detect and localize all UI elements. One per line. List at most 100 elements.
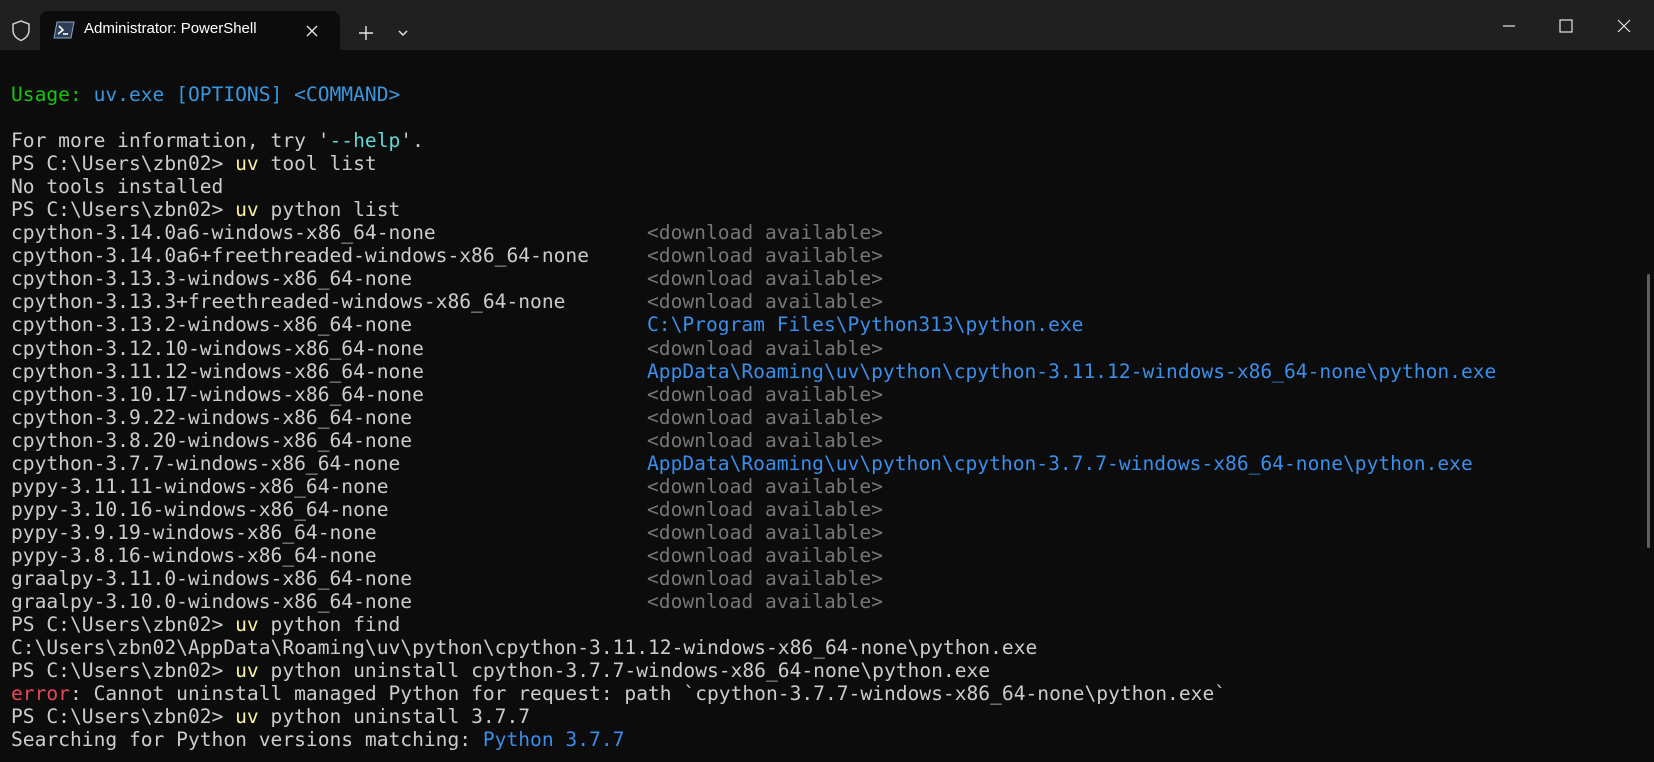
- python-version-name: cpython-3.9.22-windows-x86_64-none: [11, 405, 413, 429]
- python-list-row: cpython-3.14.0a6+freethreaded-windows-x8…: [11, 244, 1631, 267]
- python-list-row: pypy-3.10.16-windows-x86_64-none <downloa…: [11, 498, 1631, 521]
- usage-line: Usage: uv.exe [OPTIONS] <COMMAND>: [11, 83, 1631, 106]
- more-info-before: For more information, try ': [11, 129, 330, 153]
- minimize-icon[interactable]: [1486, 10, 1532, 42]
- download-available: <download available>: [647, 336, 883, 360]
- command-line: PS C:\Users\zbn02> uv python uninstall c…: [11, 659, 1631, 682]
- maximize-icon[interactable]: [1543, 10, 1589, 42]
- command-uv: uv: [235, 705, 259, 729]
- command-args: python list: [258, 198, 401, 222]
- shield-icon: [9, 19, 33, 43]
- python-version-name: cpython-3.12.10-windows-x86_64-none: [11, 336, 424, 360]
- python-list-row: cpython-3.14.0a6-windows-x86_64-none <dow…: [11, 221, 1631, 244]
- download-available: <download available>: [647, 244, 883, 268]
- usage-options: [OPTIONS]: [176, 83, 283, 106]
- python-list-row: cpython-3.13.3-windows-x86_64-none <downl…: [11, 267, 1631, 290]
- python-version-name: cpython-3.7.7-windows-x86_64-none: [11, 451, 401, 475]
- download-available: <download available>: [647, 566, 883, 590]
- python-list-row: cpython-3.7.7-windows-x86_64-none AppData…: [11, 452, 1631, 475]
- python-version-name: graalpy-3.10.0-windows-x86_64-none: [11, 590, 413, 614]
- python-list-row: pypy-3.9.19-windows-x86_64-none <download…: [11, 521, 1631, 544]
- tab-title: Administrator: PowerShell: [84, 20, 257, 37]
- command-uv: uv: [235, 198, 259, 222]
- python-list-row: graalpy-3.10.0-windows-x86_64-none <downl…: [11, 590, 1631, 613]
- error-message: : Cannot uninstall managed Python for re…: [69, 682, 1227, 706]
- error-label: error: [11, 682, 70, 706]
- command-args: python uninstall 3.7.7: [258, 705, 531, 729]
- python-install-path: AppData\Roaming\uv\python\cpython-3.7.7-…: [647, 451, 1473, 475]
- prompt: PS C:\Users\zbn02>: [11, 613, 236, 637]
- command-args: tool list: [258, 152, 377, 176]
- download-available: <download available>: [647, 474, 883, 498]
- usage-exe: uv.exe: [93, 83, 165, 106]
- close-icon[interactable]: [1601, 10, 1647, 42]
- searching-match: Python 3.7.7: [482, 728, 625, 752]
- download-available: <download available>: [647, 405, 883, 429]
- command-line: PS C:\Users\zbn02> uv tool list: [11, 152, 1631, 175]
- error-line: error: Cannot uninstall managed Python f…: [11, 682, 1631, 705]
- python-version-name: cpython-3.14.0a6-windows-x86_64-none: [11, 221, 436, 245]
- python-install-path: C:\Program Files\Python313\python.exe: [647, 313, 1084, 337]
- python-list-row: cpython-3.9.22-windows-x86_64-none <downl…: [11, 406, 1631, 429]
- download-available: <download available>: [647, 520, 883, 544]
- powershell-icon: [53, 21, 75, 39]
- download-available: <download available>: [647, 543, 883, 567]
- command-line: PS C:\Users\zbn02> uv python list: [11, 198, 1631, 221]
- python-version-name: cpython-3.13.3+freethreaded-windows-x86_…: [11, 290, 566, 314]
- python-version-name: cpython-3.8.20-windows-x86_64-none: [11, 428, 413, 452]
- python-list-row: cpython-3.13.3+freethreaded-windows-x86_…: [11, 290, 1631, 313]
- python-version-name: pypy-3.11.11-windows-x86_64-none: [11, 474, 389, 498]
- command-line: PS C:\Users\zbn02> uv python find: [11, 613, 1631, 636]
- download-available: <download available>: [647, 382, 883, 406]
- python-list-row: cpython-3.13.2-windows-x86_64-none C:\Pro…: [11, 313, 1631, 336]
- usage-command: <COMMAND>: [294, 83, 401, 106]
- more-info-after: '.: [400, 129, 424, 153]
- find-result: C:\Users\zbn02\AppData\Roaming\uv\python…: [11, 636, 1038, 660]
- chevron-down-icon[interactable]: [392, 20, 414, 46]
- command-uv: uv: [235, 659, 259, 683]
- command-args: python find: [258, 613, 401, 637]
- download-available: <download available>: [647, 428, 883, 452]
- scrollbar[interactable]: [1647, 274, 1650, 548]
- download-available: <download available>: [647, 497, 883, 521]
- python-list-row: cpython-3.12.10-windows-x86_64-none <down…: [11, 337, 1631, 360]
- close-icon[interactable]: [302, 21, 322, 41]
- download-available: <download available>: [647, 590, 883, 614]
- python-version-name: pypy-3.8.16-windows-x86_64-none: [11, 543, 377, 567]
- usage-label: Usage:: [11, 83, 82, 106]
- terminal-output[interactable]: Usage: uv.exe [OPTIONS] <COMMAND> For mo…: [11, 83, 1631, 762]
- command-uv: uv: [235, 613, 259, 637]
- command-uv: uv: [235, 152, 259, 176]
- python-version-name: pypy-3.10.16-windows-x86_64-none: [11, 497, 389, 521]
- python-list-row: cpython-3.8.20-windows-x86_64-none <downl…: [11, 429, 1631, 452]
- python-list-row: cpython-3.11.12-windows-x86_64-none AppDa…: [11, 360, 1631, 383]
- download-available: <download available>: [647, 290, 883, 314]
- title-bar: Administrator: PowerShell: [0, 0, 1654, 50]
- tab-powershell[interactable]: Administrator: PowerShell: [40, 11, 340, 50]
- prompt: PS C:\Users\zbn02>: [11, 659, 236, 683]
- searching-line: Searching for Python versions matching: …: [11, 728, 1631, 751]
- python-version-name: graalpy-3.11.0-windows-x86_64-none: [11, 566, 413, 590]
- powershell-window: Administrator: PowerShell Usage: uv.exe …: [0, 0, 1654, 762]
- python-list-row: graalpy-3.11.0-windows-x86_64-none <downl…: [11, 567, 1631, 590]
- download-available: <download available>: [647, 221, 883, 245]
- python-version-name: cpython-3.14.0a6+freethreaded-windows-x8…: [11, 244, 590, 268]
- python-version-name: cpython-3.11.12-windows-x86_64-none: [11, 359, 424, 383]
- prompt: PS C:\Users\zbn02>: [11, 198, 236, 222]
- searching-text: Searching for Python versions matching:: [11, 728, 483, 752]
- prompt: PS C:\Users\zbn02>: [11, 705, 236, 729]
- python-list-row: cpython-3.10.17-windows-x86_64-none <down…: [11, 383, 1631, 406]
- command-line: PS C:\Users\zbn02> uv python uninstall 3…: [11, 705, 1631, 728]
- more-info-line: For more information, try '--help'.: [11, 129, 1631, 152]
- python-list: cpython-3.14.0a6-windows-x86_64-none <dow…: [11, 221, 1631, 613]
- output-line: No tools installed: [11, 175, 224, 199]
- python-install-path: AppData\Roaming\uv\python\cpython-3.11.1…: [647, 359, 1497, 383]
- python-version-name: pypy-3.9.19-windows-x86_64-none: [11, 520, 377, 544]
- prompt: PS C:\Users\zbn02>: [11, 152, 236, 176]
- python-version-name: cpython-3.13.3-windows-x86_64-none: [11, 267, 413, 291]
- help-flag: --help: [329, 129, 401, 153]
- plus-icon[interactable]: [353, 20, 379, 46]
- python-list-row: pypy-3.11.11-windows-x86_64-none <downloa…: [11, 475, 1631, 498]
- download-available: <download available>: [647, 267, 883, 291]
